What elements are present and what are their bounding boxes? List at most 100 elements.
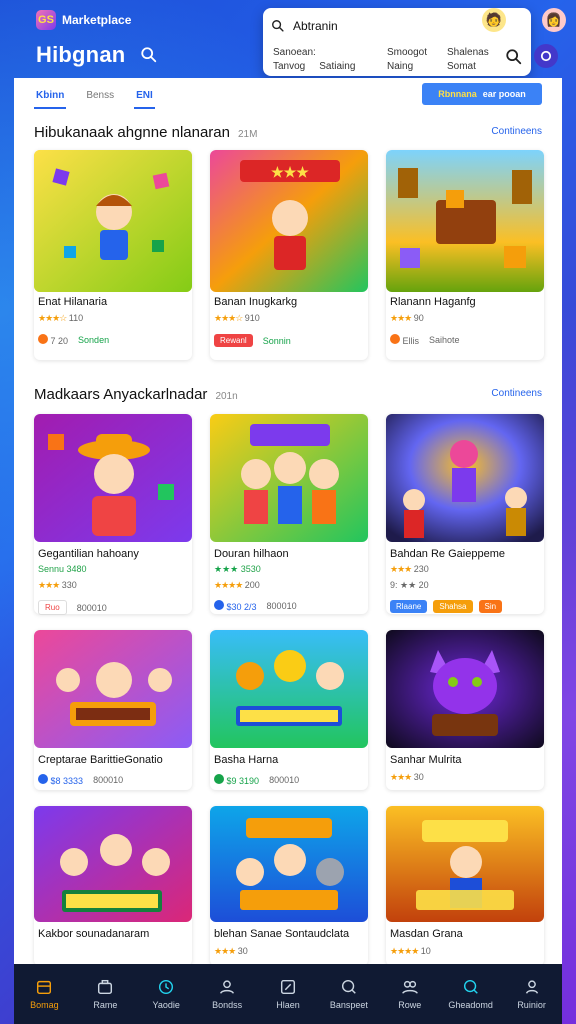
card-title: Sanhar Mulrita [390,754,462,766]
game-card[interactable]: Bahdan Re Gaieppeme ★★★ 230 9: ★★ 20 Rla… [386,414,544,614]
game-card[interactable]: Douran hilhaon ★★★ 3530 ★★★★ 200 $30 2/3… [210,414,368,614]
game-card[interactable]: blehan Sanae Sontaudclata ★★★ 30 [210,806,368,964]
game-card[interactable]: Rlanann Haganfg ★★★ 90 Ellis Saihote [386,150,544,360]
card-title: Banan Inugkarkg [214,296,298,308]
share-icon[interactable]: ✎ [514,10,534,30]
game-thumbnail: ★★★ [210,150,368,292]
rating-value: 910 [244,313,260,323]
search-icon[interactable] [140,46,158,64]
card-rating: ★★★★ 200 [214,580,260,591]
tab-eni[interactable]: ENI [134,84,155,109]
nav-label: Ruinior [517,1000,546,1010]
briefcase-icon [98,979,113,995]
nav-item-bondss[interactable]: Bondss [197,964,258,1024]
nav-item-ruinior[interactable]: Ruinior [501,964,562,1024]
suggestion-line: Somat [447,61,476,72]
section-header: Madkaars Anyackarlnadar 201n Contineens [34,386,542,403]
suggestion-line: Sanoean: [273,47,316,58]
search-suggestion[interactable]: Shalenas Somat [447,46,489,74]
tab-benss[interactable]: Benss [84,84,116,109]
card-title: Douran hilhaon [214,548,289,560]
card-rating: ★★★ 330 [38,580,77,591]
section-title: Madkaars Anyackarlnadar [34,386,208,403]
section-more-link[interactable]: Contineens [491,126,542,137]
avatar[interactable]: 👩 [542,8,566,32]
profile-icon[interactable] [534,44,558,68]
nav-item-rame[interactable]: Rame [75,964,136,1024]
chat-icon [341,979,356,994]
rating-value: 200 [244,580,260,590]
search-suggestion[interactable]: Sanoean: Tanvog Satiaing [273,46,355,74]
suggestion-line: Smoogot [387,47,428,58]
card-title: Gegantilian hahoany [38,548,139,560]
nav-item-yaodie[interactable]: Yaodie [136,964,197,1024]
brand[interactable]: GS Marketplace [36,10,131,30]
nav-label: Rame [93,1000,118,1010]
meta-count: 800010 [266,601,297,611]
suggestion-line: Satiaing [319,61,356,72]
meta-status: Sonnin [262,335,291,346]
star-rating-icon: ★★★ [214,946,236,956]
search-suggestion[interactable]: Smoogot Naing [387,46,427,74]
card-meta: $30 2/3 800010 [214,600,297,612]
price: 7 20 [38,334,68,346]
section-more-link[interactable]: Contineens [491,388,542,399]
section-count: 201n [215,391,238,402]
star-rating-icon: ★★★ [38,580,60,590]
game-card[interactable]: Enat Hilanaria ★★★☆ 110 7 20 Sonden [34,150,192,360]
tag-pill[interactable]: Ruo [38,600,67,615]
card-title: Rlanann Haganfg [390,296,476,308]
game-card[interactable]: Basha Harna $9 3190 800010 [210,630,368,790]
card-meta: Rewanl Sonnin [214,334,291,347]
game-thumbnail [386,414,544,542]
meta-count: 800010 [76,602,107,613]
game-card[interactable]: Gegantilian hahoany Sennu 3480 ★★★ 330 R… [34,414,192,615]
tab-kbinn[interactable]: Kbinn [34,84,67,109]
star-rating-icon: ★★★ [390,313,412,323]
card-title: Enat Hilanaria [38,296,108,308]
price: $9 3190 [214,774,259,786]
game-card[interactable]: Masdan Grana ★★★★ 10 [386,806,544,964]
group-icon [401,980,418,994]
tag-pill[interactable]: Sin [478,600,503,613]
nav-item-gheadomd[interactable]: Gheadomd [440,964,501,1024]
suggestion-line: Naing [387,61,414,72]
game-card[interactable]: ★★★ Banan Inugkarkg ★★★☆ 910 Rewanl Sonn… [210,150,368,360]
game-card[interactable]: Creptarae BarittieGonatio $8 3333 800010 [34,630,192,790]
meta-count: 800010 [269,775,300,785]
search-input[interactable] [293,19,493,33]
section-count: 21M [238,129,258,140]
search-submit-icon[interactable] [505,48,523,66]
game-thumbnail [34,630,192,748]
primary-action-button[interactable]: Rbnnana ear pooan [422,83,542,105]
card-title: Bahdan Re Gaieppeme [390,548,505,560]
avatar[interactable]: 🧑 [482,8,506,32]
card-rating: ★★★ 90 [390,313,424,324]
game-thumbnail [210,630,368,748]
nav-label: Bomag [30,1000,59,1010]
tag-pill[interactable]: Rewanl [214,334,253,347]
suggestion-line: Tanvog [273,61,306,72]
nav-item-hlaen[interactable]: Hlaen [258,964,319,1024]
search-icon [463,979,478,994]
meta-item: Ellis [390,334,419,346]
card-meta: $9 3190 800010 [214,774,299,786]
nav-item-bomag[interactable]: Bomag [14,964,75,1024]
card-rating: ★★★ 30 [390,772,424,783]
game-card[interactable]: Sanhar Mulrita ★★★ 30 [386,630,544,790]
card-rating: ★★★ 230 [390,564,429,575]
nav-item-banspeet[interactable]: Banspeet [318,964,379,1024]
tag-pill[interactable]: Rlaane [390,600,428,613]
game-card[interactable]: Kakbor sounadanaram [34,806,192,964]
rating-value: 30 [237,946,248,956]
card-title: Kakbor sounadanaram [38,928,150,940]
store-icon [37,980,52,995]
coin-icon [390,334,400,344]
price: $8 3333 [38,774,83,786]
nav-item-rowe[interactable]: Rowe [379,964,440,1024]
game-thumbnail [210,806,368,922]
profile-icon [525,980,538,994]
tag-pill[interactable]: Shahsa [433,600,473,613]
search-icon [272,20,284,32]
nav-label: Bondss [212,1000,243,1010]
